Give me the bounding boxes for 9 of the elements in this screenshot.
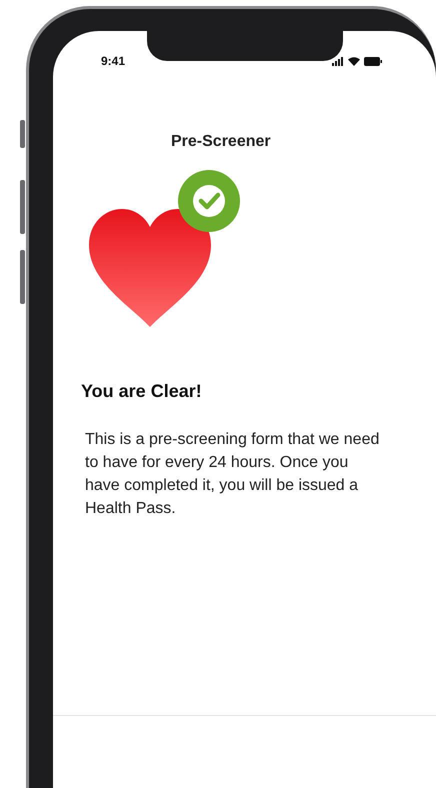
signal-icon <box>332 56 344 66</box>
battery-icon <box>364 56 382 66</box>
wifi-icon <box>348 56 360 66</box>
status-time: 9:41 <box>101 54 126 68</box>
check-badge-icon <box>177 169 241 233</box>
result-heading: You are Clear! <box>81 381 203 402</box>
result-description: This is a pre-screening form that we need to have for every 24 hours. Once you have completed it, you will be issued a Health Pass. <box>85 430 380 519</box>
screen-title: Pre-Screener <box>171 133 271 151</box>
heart-icon <box>89 209 211 327</box>
